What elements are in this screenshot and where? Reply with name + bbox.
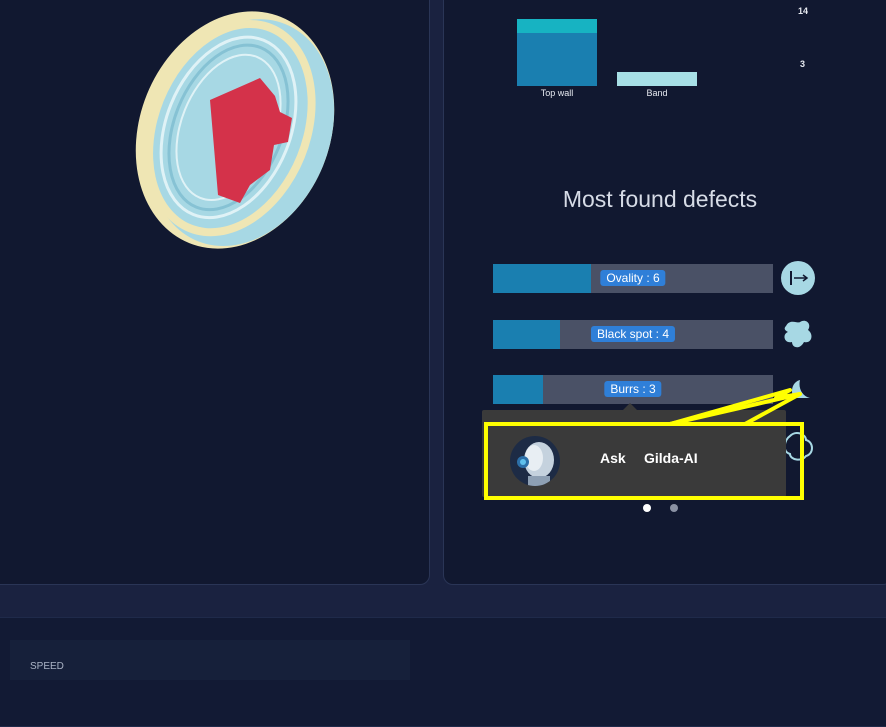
defect-bar[interactable]: Burrs : 3 — [493, 375, 773, 404]
tick-label: 3 — [800, 59, 806, 69]
defect-label: Black spot : 4 — [590, 326, 676, 342]
bar-segment[interactable] — [617, 71, 697, 86]
section-title: Most found defects — [562, 186, 758, 212]
speed-field[interactable]: SPEED — [10, 640, 410, 680]
3d-model-viewer[interactable] — [110, 0, 360, 260]
category-label: Band — [646, 88, 668, 98]
bar-segment[interactable] — [517, 19, 597, 34]
ask-label: Ask — [600, 450, 626, 466]
defect-bar-fill — [493, 320, 561, 349]
assistant-name: Gilda-AI — [644, 450, 698, 466]
defect-label: Ovality : 6 — [600, 270, 666, 286]
defect-bar-fill — [493, 264, 591, 293]
defect-bar[interactable]: Black spot : 4 — [493, 320, 773, 349]
ovality-icon — [781, 261, 815, 295]
burrs-icon — [792, 380, 810, 398]
pager — [640, 504, 690, 514]
tick-label: 14 — [798, 6, 809, 16]
ai-avatar — [510, 436, 560, 486]
defect-bar[interactable]: Ovality : 6 — [493, 264, 773, 293]
defect-label: Burrs : 3 — [604, 381, 662, 397]
speed-label: SPEED — [30, 661, 64, 672]
pager-dot[interactable] — [670, 504, 678, 512]
defect-bar-fill — [493, 375, 544, 404]
bar-segment[interactable] — [517, 33, 597, 86]
ask-ai-button[interactable]: Ask Gilda-AI — [484, 422, 804, 500]
pager-dot-active[interactable] — [643, 504, 651, 512]
category-label: Top wall — [540, 88, 574, 98]
black-spot-icon — [784, 320, 812, 348]
